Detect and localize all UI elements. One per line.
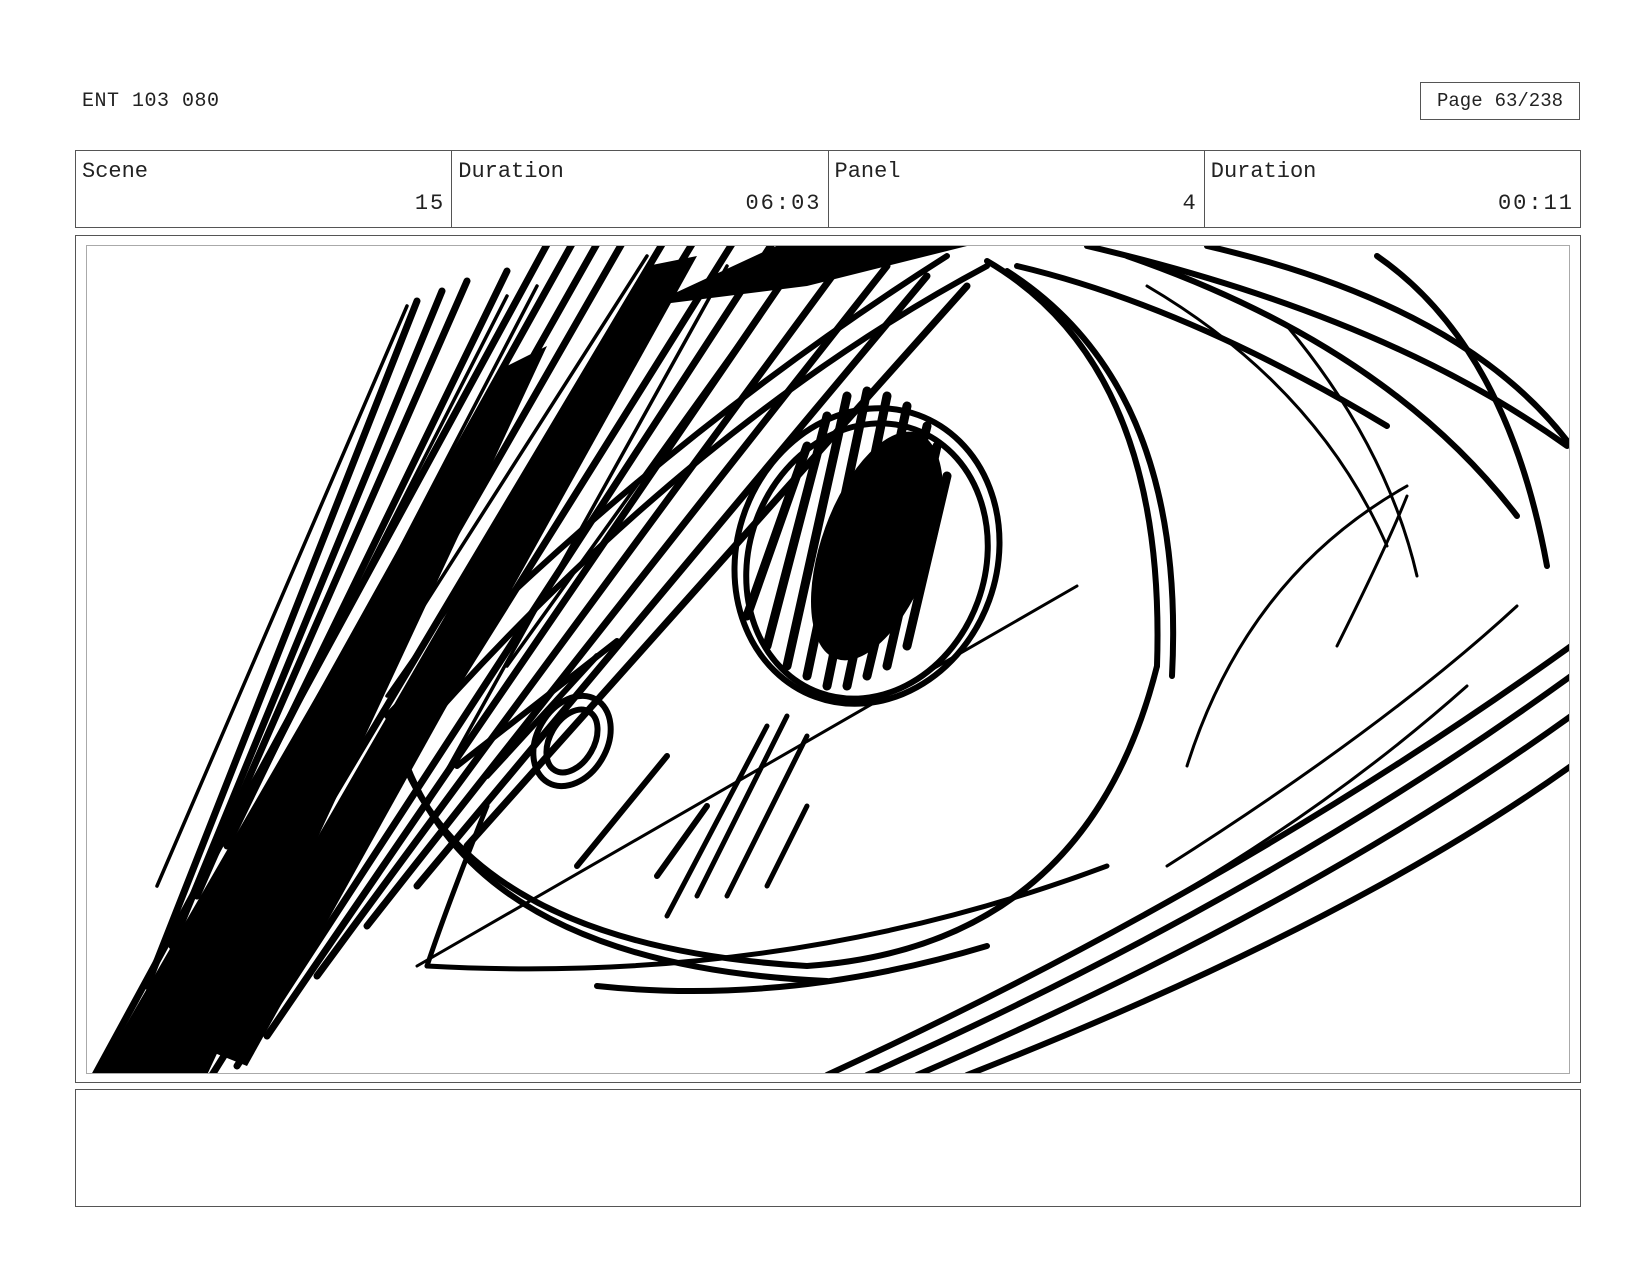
panel-cell: Panel 4 [829,151,1205,227]
project-code: ENT 103 080 [82,90,220,113]
panel-value: 4 [1182,191,1198,216]
eye-sketch-drawing [92,246,1569,1073]
scene-value: 15 [414,191,446,216]
scene-duration-cell: Duration 06:03 [452,151,829,227]
page-indicator: Page 63/238 [1420,82,1580,120]
scene-duration-label: Duration [458,159,564,184]
page-label: Page [1436,90,1483,112]
lower-lashes [664,713,810,919]
storyboard-panel-frame [75,235,1581,1083]
page-number: 63/238 [1494,90,1564,112]
storyboard-panel [86,245,1570,1074]
panel-duration-value: 00:11 [1497,191,1574,216]
panel-label: Panel [834,159,901,184]
scene-duration-value: 06:03 [745,191,822,216]
scene-label: Scene [82,159,149,184]
shot-info-table: Scene 15 Duration 06:03 Panel 4 Duration… [75,150,1581,228]
panel-notes-box [75,1089,1581,1207]
scene-cell: Scene 15 [76,151,453,227]
panel-duration-label: Duration [1210,159,1317,184]
panel-duration-cell: Duration 00:11 [1205,151,1580,227]
